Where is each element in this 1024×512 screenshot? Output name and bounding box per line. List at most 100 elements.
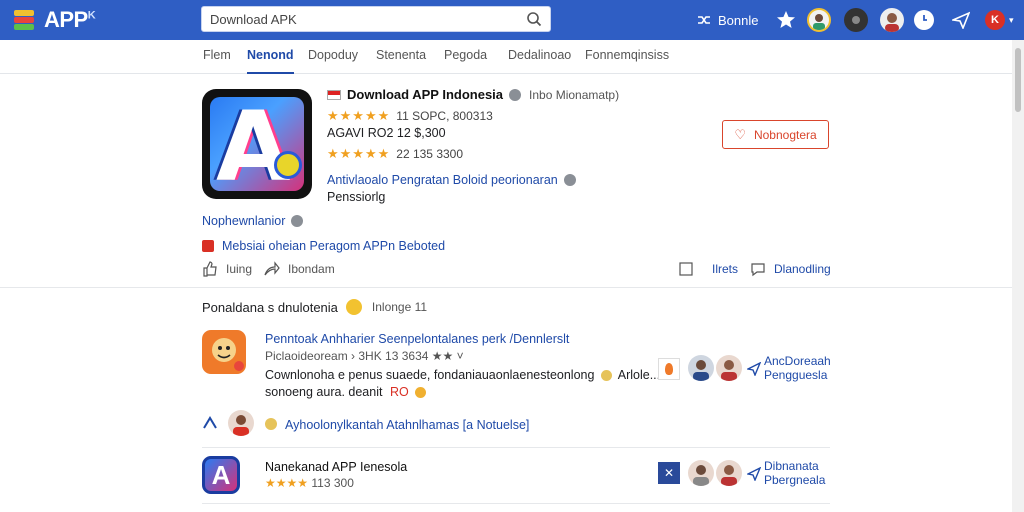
star-rating-icon: ★★★★★ (327, 146, 391, 161)
rocket-icon (274, 151, 302, 179)
avatar[interactable] (880, 7, 904, 33)
reply-text: Ayhoolonylkantah Atahnlhamas [a Notuelse… (285, 418, 530, 432)
search-bar[interactable] (201, 6, 551, 32)
developer-link[interactable]: Nophewnlanior (202, 214, 285, 228)
item-title[interactable]: Penntoak Anhharier Seenpelontalanes perk… (265, 332, 569, 346)
tab-pegoda[interactable]: Pegoda (444, 40, 487, 74)
warning-row[interactable]: Mebsiai oheian Peragom APPn Beboted (202, 239, 445, 253)
tools-icon[interactable]: ✕ (658, 462, 680, 484)
avatar[interactable] (688, 460, 714, 486)
app-detail-card: A Download APP Indonesia Inbo Mionamatp)… (0, 75, 1012, 287)
star-icon (777, 11, 795, 28)
send-icon[interactable] (747, 467, 761, 481)
like-button[interactable]: Iuing (202, 261, 252, 277)
search-icon[interactable] (526, 11, 542, 27)
item-description: sonoeng aura. deanit RO (265, 385, 427, 399)
section-title: Ponaldana s dnulotenia (202, 299, 338, 315)
comment-button[interactable]: Dlanodling (750, 261, 831, 277)
smiley-icon (345, 299, 362, 315)
tab-stenenta[interactable]: Stenenta (376, 40, 426, 74)
avatar[interactable] (807, 7, 831, 33)
wish-label: Ilrets (712, 262, 739, 276)
follow-button[interactable]: ♡ Nobnogtera (722, 120, 829, 149)
comment-label: Dlanodling (774, 262, 831, 276)
reply-icon (203, 416, 217, 429)
side-label[interactable]: Dibnanata (764, 459, 819, 473)
tag: RO (389, 385, 409, 399)
paper-plane-icon (952, 11, 970, 29)
warning-text: Mebsiai oheian Peragom APPn Beboted (222, 239, 446, 253)
flag-icon (327, 89, 341, 100)
list-divider (202, 503, 830, 504)
alert-icon (202, 240, 214, 252)
item-meta: ★★★★ 113 300 (265, 476, 354, 490)
send-icon[interactable] (747, 362, 761, 376)
share-arrow-icon (264, 261, 280, 276)
tab-flem[interactable]: Flem (203, 40, 231, 74)
chevron-down-icon: ▾ (1009, 14, 1014, 25)
notifications-button[interactable] (914, 7, 934, 33)
list-item[interactable]: A Nanekanad APP Ienesola ★★★★ 113 300 ✕ … (202, 454, 830, 502)
app-subtitle: Inbo Mionamatp) (529, 87, 620, 102)
user-menu[interactable]: Bonnle (697, 7, 758, 33)
avatar[interactable] (688, 355, 714, 381)
flame-icon[interactable] (658, 358, 680, 380)
app-icon: A (202, 89, 312, 199)
emoji-icon (415, 387, 427, 399)
search-input[interactable] (210, 11, 510, 27)
top-app-bar: APPK Bonnle (0, 0, 1024, 40)
record-icon (844, 8, 868, 32)
list-divider (202, 447, 830, 448)
share-button[interactable]: Ibondam (264, 261, 335, 277)
page-scrollbar[interactable] (1012, 40, 1024, 512)
tab-fonnemqinsiss[interactable]: Fonnemqinsiss (585, 40, 669, 74)
avatar-icon (807, 8, 831, 32)
info-icon (563, 174, 576, 186)
like-label: Iuing (226, 262, 253, 276)
avatar[interactable] (716, 355, 742, 381)
reply-row[interactable]: Ayhoolonylkantah Atahnlhamas [a Notuelse… (202, 410, 830, 438)
stack-logo-icon (12, 8, 36, 32)
category-row: Antivlaoalo Pengratan Boloid peorionaran (327, 173, 584, 187)
star-rating-icon: ★★★★ (265, 476, 309, 490)
wishlist-button[interactable]: Ilrets (678, 261, 738, 277)
category-link[interactable]: Antivlaoalo Pengratan Boloid peorionaran (327, 173, 558, 187)
item-title[interactable]: Nanekanad APP Ienesola (265, 460, 407, 474)
item-meta: Piclaoideoream › 3HK 13 3634 ★★ ˅ (265, 349, 464, 363)
follow-label: Nobnogtera (753, 127, 817, 142)
tab-dedalinoao[interactable]: Dedalinoao (508, 40, 571, 74)
clock-icon (914, 10, 934, 30)
heart-icon: ♡ (734, 126, 746, 142)
scroll-thumb[interactable] (1015, 48, 1021, 112)
tab-dopoduy[interactable]: Dopoduy (308, 40, 358, 74)
rating-row: ★★★★★ 11 SOPC, 800313 (327, 108, 493, 124)
avatar[interactable] (228, 410, 254, 436)
favorites-button[interactable] (776, 7, 796, 33)
rating-text: 22 135 3300 (396, 147, 464, 161)
rating-text: 11 SOPC, 800313 (396, 109, 493, 123)
app-thumbnail-icon (202, 330, 246, 374)
checkbox-icon (679, 262, 693, 276)
side-label[interactable]: Pengguesla (764, 368, 827, 382)
send-button[interactable] (952, 7, 970, 33)
share-label: Ibondam (288, 262, 335, 276)
side-label[interactable]: AncDoreaah (764, 354, 831, 368)
section-header: Ponaldana s dnulotenia Inlonge 11 (202, 299, 427, 315)
record-button[interactable] (844, 7, 868, 33)
emoji-icon (600, 370, 612, 382)
app-thumbnail-icon: A (202, 456, 240, 494)
profile-menu[interactable]: K ▾ (985, 7, 1014, 33)
app-title-row: Download APP Indonesia Inbo Mionamatp) (327, 87, 619, 102)
app-title: Download APP Indonesia (347, 87, 504, 102)
site-logo[interactable]: APPK (12, 7, 96, 33)
comment-icon (751, 263, 765, 277)
star-rating-icon: ★★★★★ (327, 108, 391, 123)
logo-text: APPK (44, 7, 96, 32)
avatar[interactable] (716, 460, 742, 486)
side-label[interactable]: Pbergneala (764, 473, 825, 487)
section-divider (0, 287, 1012, 288)
user-label: Bonnle (718, 12, 759, 28)
list-item[interactable]: Penntoak Anhharier Seenpelontalanes perk… (202, 328, 831, 408)
item-description: Cownlonoha e penus suaede, fondaniauaonl… (265, 368, 661, 382)
tab-nenond[interactable]: Nenond (247, 40, 294, 74)
